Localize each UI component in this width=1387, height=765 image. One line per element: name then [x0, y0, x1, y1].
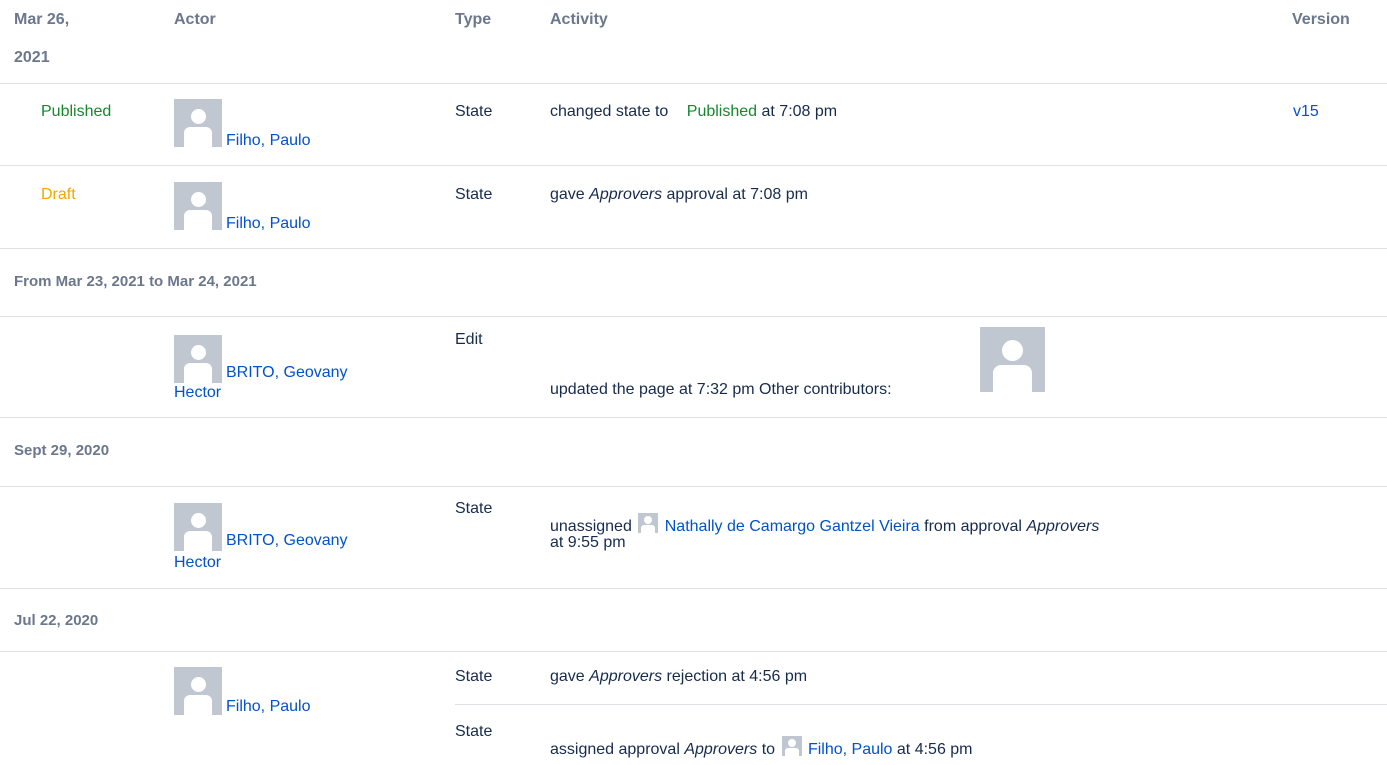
date-header-line2: 2021 [14, 49, 50, 66]
activity-post: rejection at 4:56 pm [666, 668, 808, 685]
divider [0, 651, 1387, 652]
actor-header: Actor [174, 11, 216, 28]
activity-header: Activity [550, 11, 608, 28]
actor-link-continued[interactable]: Hector [174, 553, 221, 573]
user-link[interactable]: Nathally de Camargo Gantzel Vieira [665, 518, 920, 535]
type-label: State [455, 186, 493, 203]
version-link[interactable]: v15 [1293, 102, 1319, 122]
date-group-heading: From Mar 23, 2021 to Mar 24, 2021 [14, 273, 257, 290]
date-group-heading: Jul 22, 2020 [14, 612, 99, 629]
user-avatar-icon [638, 513, 659, 533]
activity-text: changed state to Published at 7:08 pm [550, 102, 837, 122]
type-label: State [455, 723, 493, 740]
divider [0, 165, 1387, 166]
divider [0, 417, 1387, 418]
approvers-group: Approvers [684, 741, 758, 758]
activity-status: Published [686, 103, 758, 120]
status-badge: Published [41, 103, 112, 120]
avatar-icon[interactable] [174, 182, 222, 230]
approvers-group: Approvers [589, 668, 663, 685]
approvers-group: Approvers [589, 186, 663, 203]
user-link[interactable]: Filho, Paulo [808, 741, 893, 758]
activity-mid: to [761, 741, 776, 758]
activity-text: updated the page at 7:32 pm Other contri… [550, 381, 892, 398]
activity-pre: gave [550, 668, 585, 685]
contributor-avatar-icon[interactable] [980, 327, 1045, 392]
avatar-icon[interactable] [174, 667, 222, 715]
activity-post: at 7:08 pm [761, 103, 838, 120]
activity-text-continued: at 9:55 pm [550, 534, 626, 551]
activity-mid: from approval [924, 518, 1022, 535]
actor-link[interactable]: Filho, Paulo [226, 697, 311, 717]
divider [455, 704, 1387, 705]
user-avatar-icon [781, 736, 802, 756]
type-label: State [455, 103, 493, 120]
date-header: Mar 26, 2021 [14, 10, 69, 68]
activity-text: assigned approval Approvers to Filho, Pa… [550, 736, 973, 760]
version-header: Version [1292, 11, 1350, 28]
actor-link-continued[interactable]: Hector [174, 383, 221, 403]
actor-link[interactable]: Filho, Paulo [226, 214, 311, 234]
actor-link[interactable]: Filho, Paulo [226, 131, 311, 151]
divider [0, 588, 1387, 589]
avatar-icon[interactable] [174, 335, 222, 383]
activity-text: gave Approvers approval at 7:08 pm [550, 185, 808, 205]
activity-post: approval at 7:08 pm [666, 186, 808, 203]
divider [0, 316, 1387, 317]
avatar-icon[interactable] [174, 99, 222, 147]
activity-pre: gave [550, 186, 585, 203]
divider [0, 248, 1387, 249]
activity-pre: changed state to [550, 103, 669, 120]
date-header-line1: Mar 26, [14, 11, 70, 28]
divider [0, 486, 1387, 487]
actor-link[interactable]: BRITO, Geovany [226, 531, 348, 551]
type-header: Type [455, 11, 492, 28]
approvers-group: Approvers [1026, 518, 1100, 535]
avatar-icon[interactable] [174, 503, 222, 551]
activity-post: at 4:56 pm [896, 741, 973, 758]
activity-text: unassigned Nathally de Camargo Gantzel V… [550, 513, 1099, 537]
activity-pre: assigned approval [550, 741, 680, 758]
type-label: State [455, 500, 493, 517]
date-group-heading: Sept 29, 2020 [14, 442, 110, 459]
status-badge: Draft [41, 186, 76, 203]
actor-link[interactable]: BRITO, Geovany [226, 363, 348, 383]
type-label: State [455, 668, 493, 685]
type-label: Edit [455, 331, 483, 348]
activity-text: gave Approvers rejection at 4:56 pm [550, 667, 807, 687]
divider [0, 83, 1387, 84]
